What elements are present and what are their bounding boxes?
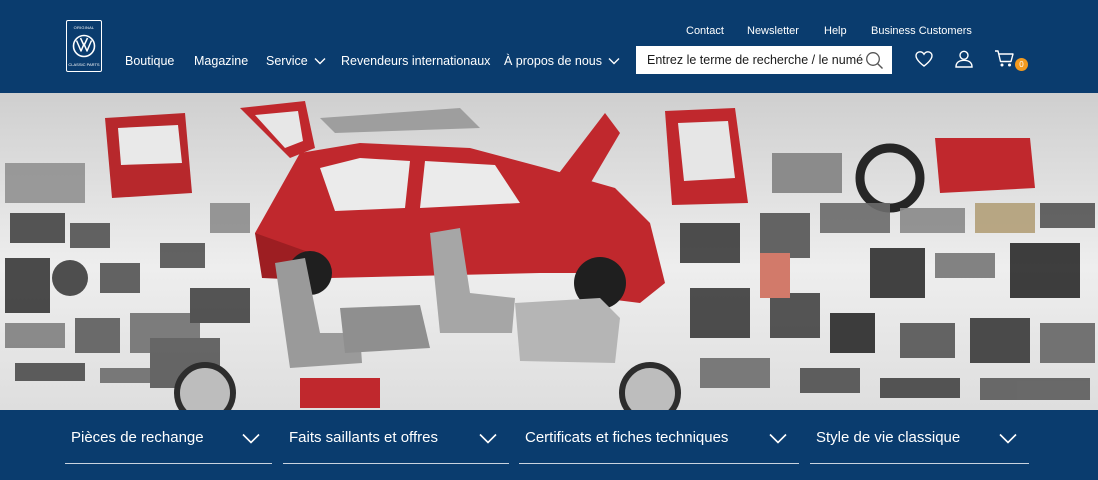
utility-link-contact[interactable]: Contact [686, 25, 724, 37]
hero-image-exploded-golf-parts [0, 93, 1098, 410]
heart-icon[interactable] [914, 49, 934, 69]
category-dropdown-style-de-vie[interactable]: Style de vie classique [810, 425, 1029, 464]
category-dropdown-pieces-de-rechange[interactable]: Pièces de rechange [65, 425, 272, 464]
cart-count-badge: 0 [1015, 58, 1028, 71]
category-bar: Pièces de rechange Faits saillants et of… [0, 410, 1098, 480]
cart-icon[interactable] [994, 49, 1016, 69]
nav-item-a-propos[interactable]: À propos de nous [504, 54, 620, 68]
chevron-down-icon [999, 433, 1017, 444]
category-label: Certificats et fiches techniques [525, 429, 729, 446]
search-input[interactable] [636, 46, 864, 74]
chevron-down-icon [479, 433, 497, 444]
category-label: Pièces de rechange [71, 429, 204, 446]
nav-item-label: À propos de nous [504, 54, 602, 68]
utility-link-newsletter[interactable]: Newsletter [747, 25, 799, 37]
nav-item-label: Magazine [194, 54, 249, 68]
nav-item-magazine[interactable]: Magazine [194, 54, 248, 68]
utility-link-business-customers[interactable]: Business Customers [871, 25, 972, 37]
utility-link-help[interactable]: Help [824, 25, 847, 37]
nav-item-revendeurs-internationaux[interactable]: Revendeurs internationaux [341, 54, 490, 68]
search-icon[interactable] [865, 51, 884, 70]
logo-bottom-text: CLASSIC PARTS [68, 62, 100, 67]
nav-item-service[interactable]: Service [266, 54, 326, 68]
hero-illustration [0, 93, 1098, 410]
category-label: Faits saillants et offres [289, 429, 438, 446]
vw-classic-parts-logo[interactable]: ORIGINAL CLASSIC PARTS [66, 20, 102, 72]
search-box [636, 46, 892, 74]
nav-item-boutique[interactable]: Boutique [125, 54, 174, 68]
category-dropdown-certificats[interactable]: Certificats et fiches techniques [519, 425, 799, 464]
logo-top-text: ORIGINAL [73, 25, 95, 30]
category-dropdown-faits-saillants[interactable]: Faits saillants et offres [283, 425, 509, 464]
chevron-down-icon [314, 58, 326, 65]
vw-emblem-icon [72, 34, 96, 58]
chevron-down-icon [608, 58, 620, 65]
chevron-down-icon [242, 433, 260, 444]
nav-item-label: Boutique [125, 54, 175, 68]
site-header: ORIGINAL CLASSIC PARTS Contact Newslette… [0, 0, 1098, 93]
user-icon[interactable] [954, 49, 974, 69]
nav-item-label: Revendeurs internationaux [341, 54, 491, 68]
nav-item-label: Service [266, 54, 308, 68]
chevron-down-icon [769, 433, 787, 444]
category-label: Style de vie classique [816, 429, 961, 446]
